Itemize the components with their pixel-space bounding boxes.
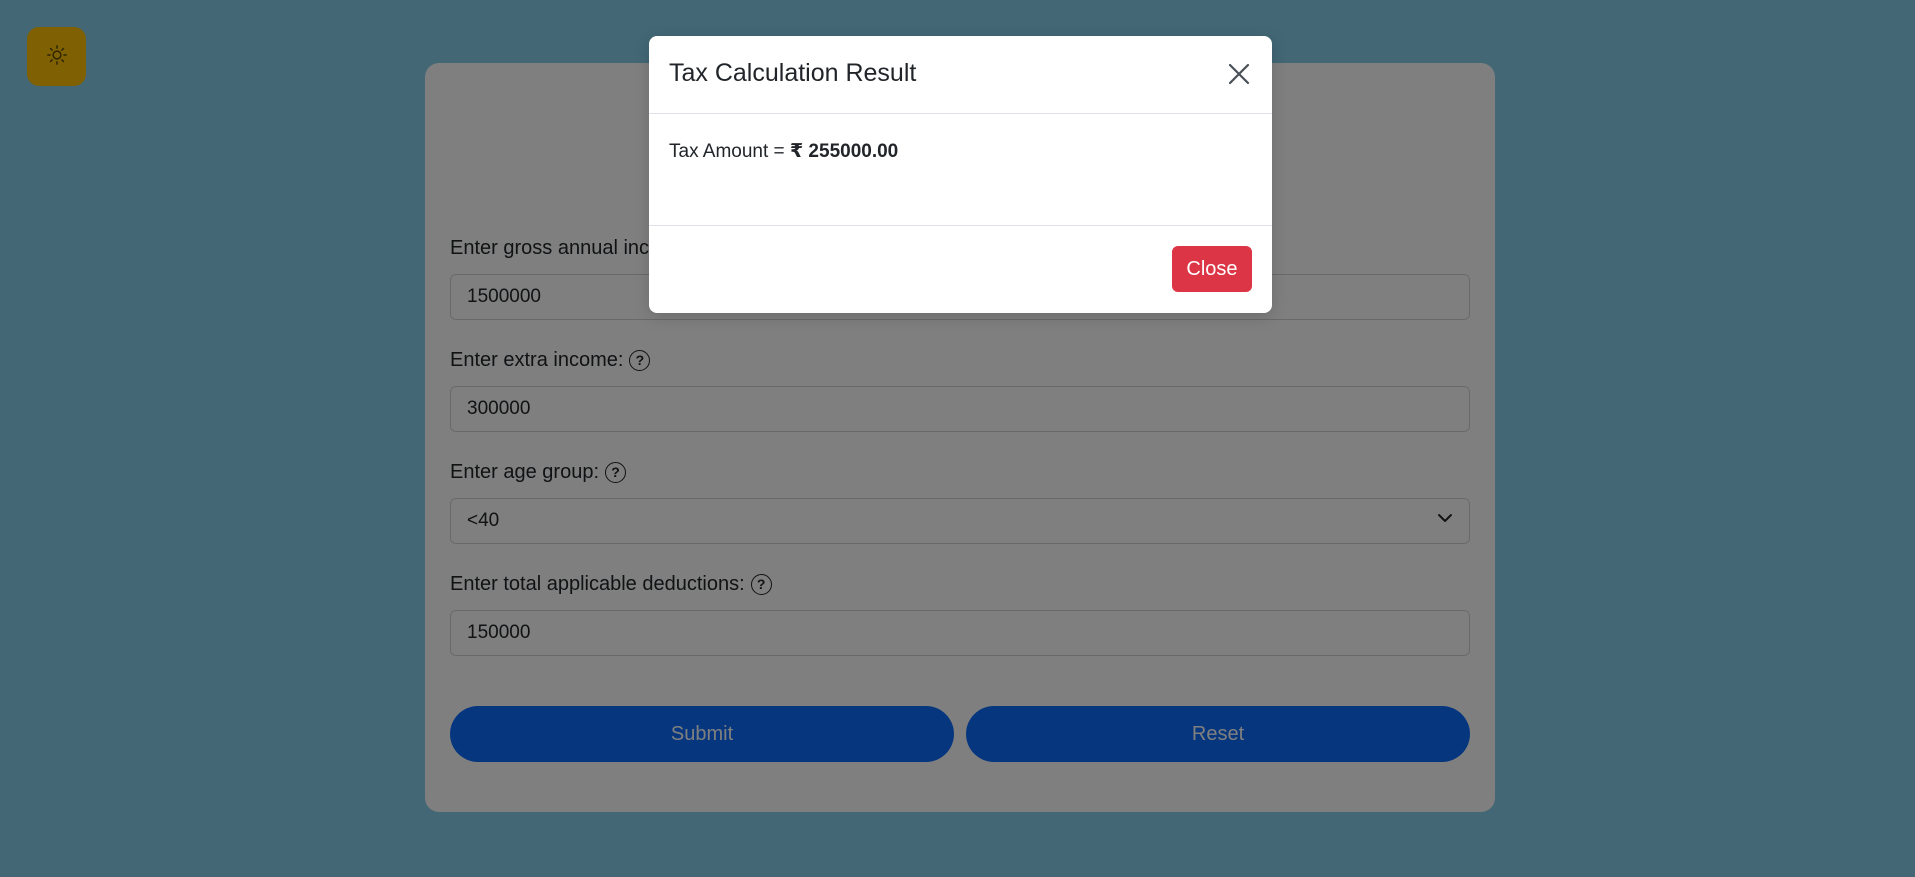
modal-footer: Close [649,225,1272,313]
modal-close-icon-button[interactable] [1223,58,1255,90]
modal-body: Tax Amount = ₹ 255000.00 [669,140,898,163]
tax-result-modal: Tax Calculation Result Tax Amount = ₹ 25… [649,36,1272,313]
close-icon [1223,63,1255,93]
tax-amount-label: Tax Amount = [669,141,785,162]
tax-amount-value: ₹ 255000.00 [789,141,899,162]
modal-header: Tax Calculation Result [649,36,1272,114]
modal-title: Tax Calculation Result [669,59,917,87]
close-button[interactable]: Close [1172,246,1252,292]
